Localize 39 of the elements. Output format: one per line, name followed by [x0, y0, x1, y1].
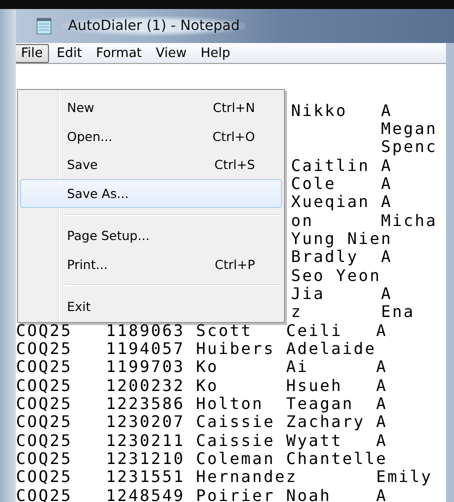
window-title: AutoDialer (1) - Notepad: [62, 16, 246, 36]
menu-item[interactable]: Save Ctrl+S: [20, 150, 282, 180]
menu-item[interactable]: New Ctrl+N: [20, 93, 282, 122]
text-line: COQ25 1231210 Coleman Chantelle: [16, 448, 388, 468]
text-line: COQ25 1223586 Holton Teagan A: [16, 394, 388, 412]
menu-item[interactable]: Print... Ctrl+P: [20, 250, 282, 279]
text-line: on Micha: [291, 210, 438, 229]
menu-bar-item[interactable]: File: [15, 44, 49, 62]
text-line: Bradly A: [291, 247, 392, 266]
text-line: Cole A: [291, 174, 392, 192]
text-line: Yung Nien: [291, 228, 392, 248]
text-line: Caitlin A: [291, 156, 392, 174]
menu-item[interactable]: Open... Ctrl+O: [20, 122, 282, 151]
text-line: Seo Yeon: [291, 266, 382, 284]
text-line: z Ena: [291, 302, 415, 321]
text-line: COQ25 1230207 Caissie Zachary A: [16, 412, 388, 431]
shortcut-text: Ctrl+P: [214, 256, 255, 272]
text-line: Nikko A: [291, 100, 392, 119]
text-line: COQ25 1231551 Hernandez Emily: [16, 467, 432, 486]
shortcut-text: Ctrl+N: [212, 100, 255, 115]
menu-bar-item[interactable]: Format: [90, 44, 148, 62]
menu-bar-item[interactable]: View: [150, 44, 193, 62]
shortcut-text: Ctrl+S: [214, 157, 255, 172]
menu-item[interactable]: Exit: [20, 292, 282, 321]
shortcut-text: Ctrl+O: [212, 128, 255, 144]
text-line: COQ25 1200232 Ko Hsueh A: [16, 376, 388, 394]
text-line: COQ25 1189063 Scott Ceili A: [16, 320, 388, 339]
menu-bar-item[interactable]: Edit: [50, 44, 88, 62]
text-line: Xueqian A: [291, 192, 392, 211]
text-line: COQ25 1199703 Ko Ai A: [16, 357, 388, 376]
text-line: Spenc: [380, 137, 438, 156]
text-line: COQ25 1194057 Huibers Adelaide: [16, 338, 376, 358]
menu-item[interactable]: Page Setup...: [20, 221, 282, 250]
menu-item[interactable]: Save As...: [20, 179, 282, 208]
text-line: Megan: [380, 118, 438, 138]
text-line: COQ25 1230211 Caissie Wyatt A: [16, 430, 388, 449]
notepad-icon: [36, 17, 52, 35]
text-line: Jia A: [291, 284, 392, 302]
menu-bar-item[interactable]: Help: [194, 44, 236, 62]
